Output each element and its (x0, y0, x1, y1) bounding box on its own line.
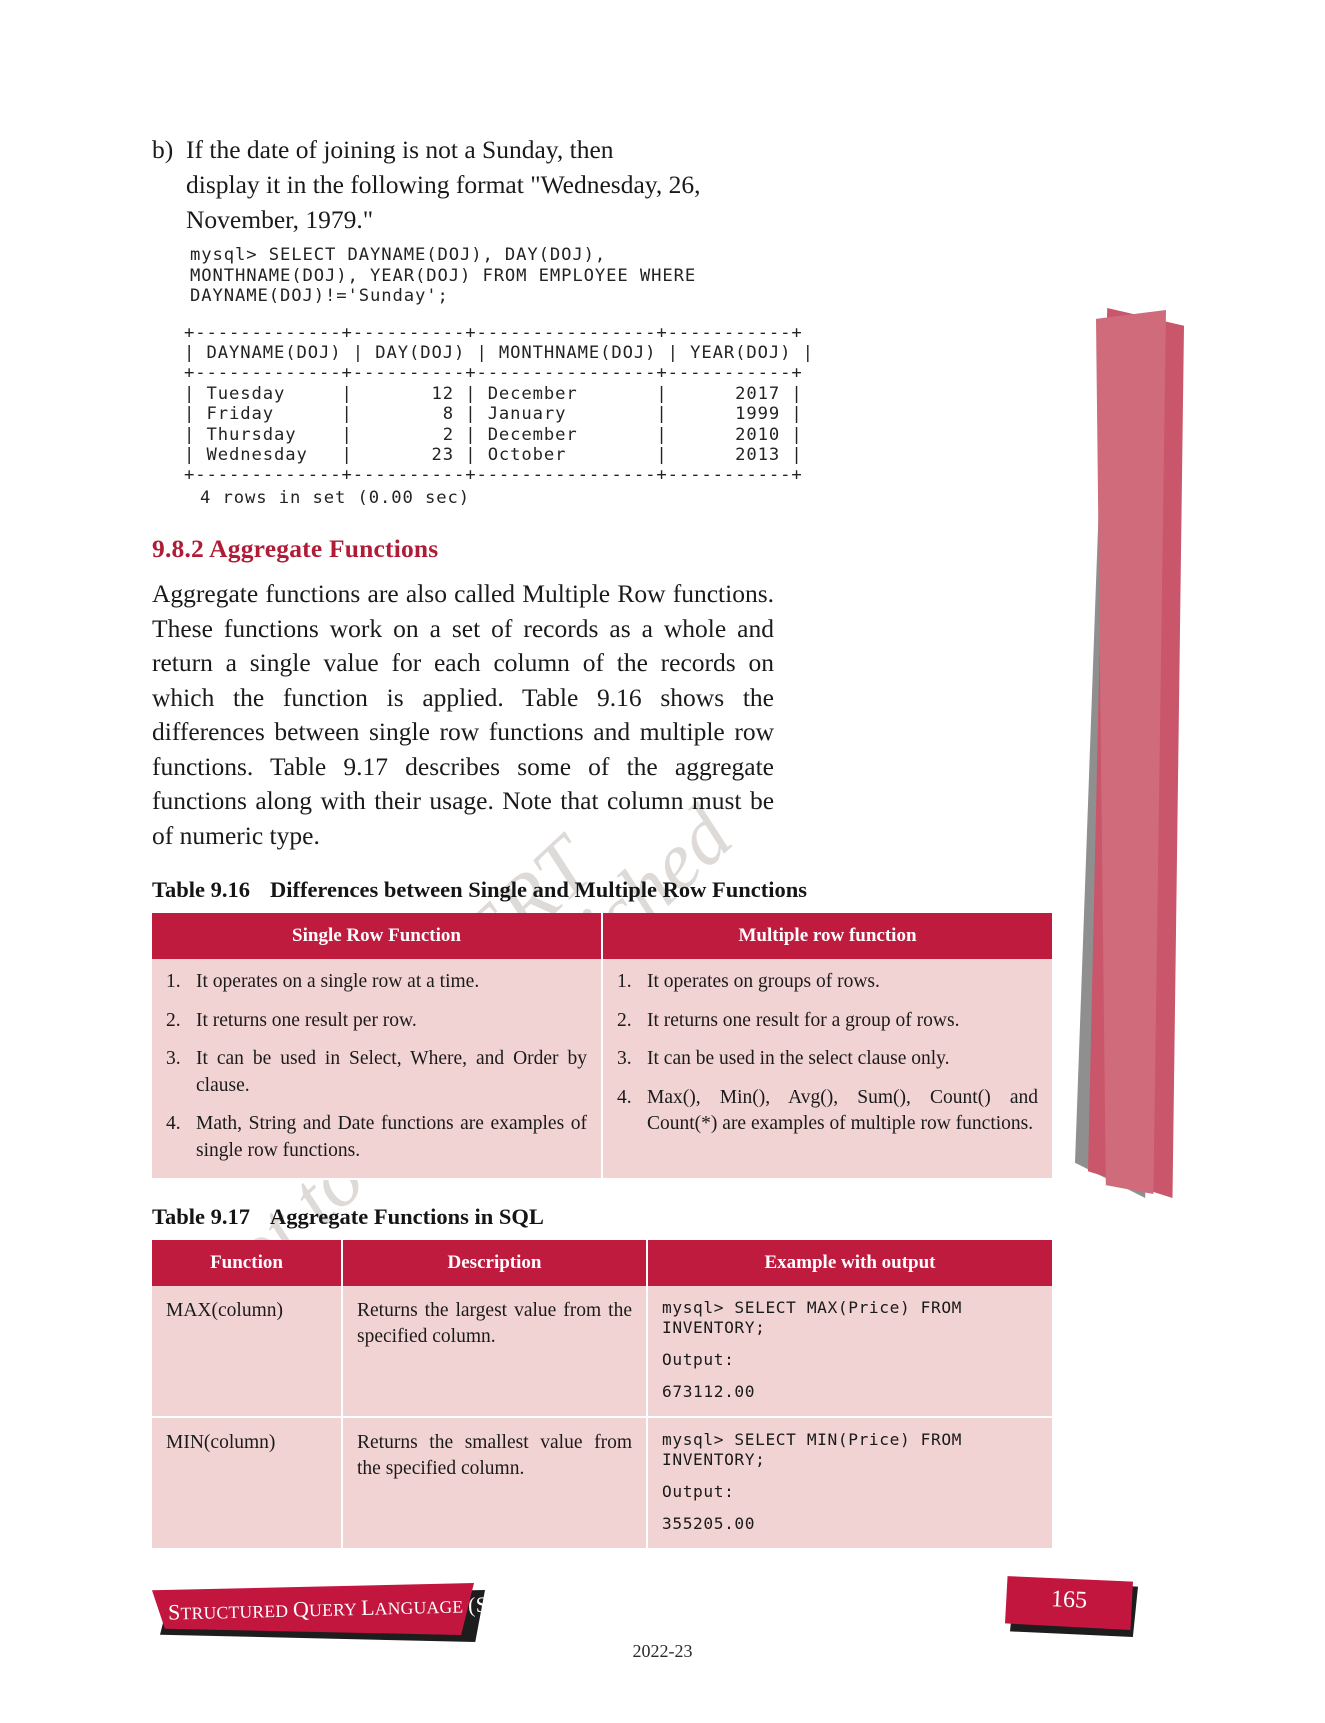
table-916-header-single: Single Row Function (152, 913, 603, 960)
section-heading: 9.8.2 Aggregate Functions (152, 534, 439, 564)
running-title-l: L (360, 1594, 376, 1620)
list-item-number: 1. (166, 971, 181, 993)
running-title-sql: (SQL) (467, 1590, 527, 1618)
table-916-number: Table 9.16 (152, 877, 250, 903)
table-917-description-min: Returns the smallest value from the spec… (342, 1417, 648, 1551)
textbook-page: b) If the date of joining is not a Sunda… (0, 0, 1325, 1723)
list-item: 1. It operates on groups of rows. (617, 969, 1038, 996)
list-item-number: 4. (166, 1113, 181, 1135)
footer-year: 2022-23 (632, 1641, 693, 1661)
list-item-text: It operates on groups of rows. (647, 971, 880, 993)
question-marker: b) (152, 135, 174, 164)
table-916-cell-multiple: 1. It operates on groups of rows. 2. It … (602, 959, 1052, 1181)
list-item-text: It returns one result for a group of row… (647, 1009, 960, 1031)
table-917-header-description: Description (342, 1240, 648, 1287)
question-line-1: If the date of joining is not a Sunday, … (186, 135, 614, 164)
table-917: Function Description Example with output… (152, 1240, 1052, 1551)
table-row: MIN(column) Returns the smallest value f… (152, 1417, 1052, 1551)
question-line-2: display it in the following format "Wedn… (186, 170, 701, 199)
table-917-description-max: Returns the largest value from the speci… (342, 1286, 648, 1419)
table-917-number: Table 9.17 (152, 1204, 250, 1230)
page-footer: STRUCTURED QUERY LANGUAGE (SQL) 165 2022… (0, 1543, 1325, 1723)
list-item: 3. It can be used in the select clause o… (617, 1046, 1038, 1073)
example-query: mysql> SELECT MAX(Price) FROM INVENTORY; (662, 1298, 963, 1338)
list-item-number: 2. (617, 1009, 632, 1031)
table-917-header-row: Function Description Example with output (152, 1240, 1052, 1287)
list-item: 3. It can be used in Select, Where, and … (166, 1046, 587, 1099)
sql-result-rowcount: 4 rows in set (0.00 sec) (200, 487, 470, 508)
table-917-example-max: mysql> SELECT MAX(Price) FROM INVENTORY;… (647, 1286, 1052, 1419)
list-item-number: 4. (617, 1086, 632, 1108)
sql-query-block: mysql> SELECT DAYNAME(DOJ), DAY(DOJ), MO… (190, 245, 697, 306)
table-row: MAX(column) Returns the largest value fr… (152, 1286, 1052, 1419)
table-916-title: Differences between Single and Multiple … (269, 877, 808, 903)
list-item: 4. Max(), Min(), Avg(), Sum(), Count() a… (617, 1085, 1038, 1138)
paragraph-line-1: Aggregate functions are also called Mult… (152, 579, 666, 609)
question-line-3: November, 1979." (186, 205, 374, 234)
list-item-number: 3. (166, 1048, 181, 1070)
list-item-number: 2. (166, 1009, 181, 1031)
list-item-text: Max(), Min(), Avg(), Sum(), Count() and … (647, 1086, 1038, 1135)
list-item-number: 1. (617, 971, 632, 993)
table-917-function-max: MAX(column) (152, 1286, 343, 1419)
table-917-title: Aggregate Functions in SQL (269, 1204, 544, 1230)
table-917-header-example: Example with output (647, 1240, 1052, 1287)
table-917-example-min: mysql> SELECT MIN(Price) FROM INVENTORY;… (647, 1417, 1052, 1551)
example-query: mysql> SELECT MIN(Price) FROM INVENTORY; (662, 1430, 963, 1470)
question-text: If the date of joining is not a Sunday, … (186, 132, 806, 237)
table-916-body-row: 1. It operates on a single row at a time… (152, 959, 1052, 1181)
table-916-header-row: Single Row Function Multiple row functio… (152, 913, 1052, 960)
running-title-anguage: ANGUAGE (374, 1596, 469, 1619)
section-paragraph: Aggregate functions are also called Mult… (152, 577, 774, 853)
example-output-value: 355205.00 (662, 1514, 756, 1534)
table-917-header-function: Function (152, 1240, 343, 1287)
list-item: 2. It returns one result per row. (166, 1008, 587, 1035)
page-number: 165 (1050, 1586, 1088, 1614)
running-title-s: S (167, 1599, 181, 1625)
list-item-text: It operates on a single row at a time. (196, 971, 480, 993)
table-916: Single Row Function Multiple row functio… (152, 913, 1052, 1181)
table-917-caption: Table 9.17 Aggregate Functions in SQL (152, 1204, 1057, 1230)
table-916-caption: Table 9.16 Differences between Single and… (152, 877, 1057, 903)
list-item: 4. Math, String and Date functions are e… (166, 1111, 587, 1164)
table-916-header-multiple: Multiple row function (602, 913, 1052, 960)
question-item-b: b) If the date of joining is not a Sunda… (152, 132, 1057, 237)
running-title-uery: UERY (308, 1598, 362, 1621)
list-item: 1. It operates on a single row at a time… (166, 969, 587, 996)
table-917-function-min: MIN(column) (152, 1417, 343, 1551)
list-item-number: 3. (617, 1048, 632, 1070)
running-title-q: Q (292, 1596, 310, 1622)
table-916-cell-single: 1. It operates on a single row at a time… (152, 959, 603, 1181)
list-item-text: It can be used in Select, Where, and Ord… (196, 1048, 587, 1096)
example-output-label: Output: (662, 1482, 735, 1502)
sql-result-table: +-------------+----------+--------------… (184, 322, 814, 486)
list-item-text: Math, String and Date functions are exam… (196, 1113, 587, 1161)
running-title-tructured: TRUCTURED (180, 1600, 294, 1624)
list-item: 2. It returns one result for a group of … (617, 1008, 1038, 1035)
example-output-value: 673112.00 (662, 1382, 756, 1402)
example-output-label: Output: (662, 1350, 735, 1370)
list-item-text: It can be used in the select clause only… (647, 1048, 950, 1070)
page-content: b) If the date of joining is not a Sunda… (152, 132, 1057, 1551)
list-item-text: It returns one result per row. (196, 1009, 417, 1031)
